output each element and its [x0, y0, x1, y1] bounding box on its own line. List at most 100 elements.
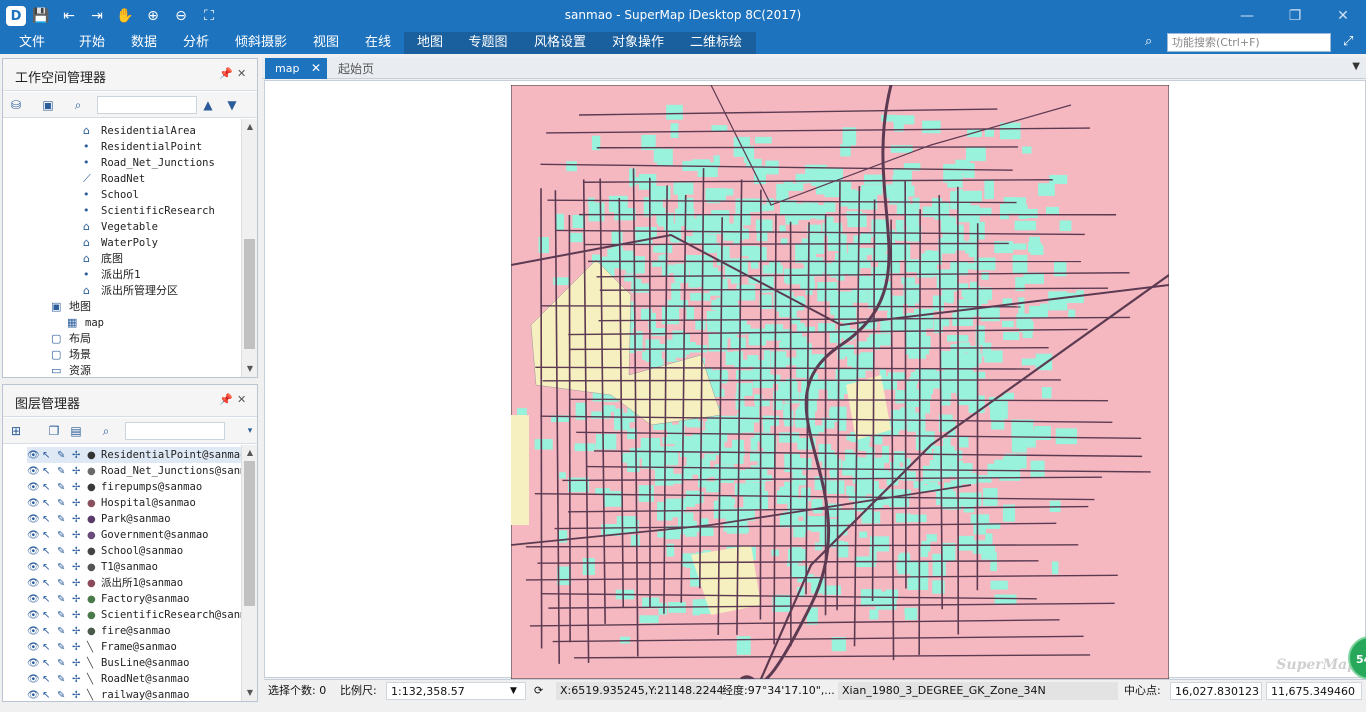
scroll-down-icon[interactable]: ▼ [244, 687, 256, 699]
menu-map[interactable]: 地图 [404, 32, 456, 54]
menu-oblique[interactable]: 倾斜摄影 [226, 32, 296, 54]
visible-icon[interactable]: 👁 [27, 464, 42, 480]
layer-row[interactable]: 👁 ↖ ✎ ✢ ● fire@sanmao [27, 623, 241, 639]
layer-settings-icon[interactable]: ▤ [67, 422, 85, 440]
layer-row[interactable]: 👁 ↖ ✎ ✢ ╲ Frame@sanmao [27, 639, 241, 655]
close-icon[interactable]: ✕ [237, 393, 246, 406]
snappable-icon[interactable]: ✢ [72, 688, 87, 701]
tree-item[interactable]: ⟋ RoadNet [83, 171, 145, 187]
tree-item[interactable]: ▣ 地图 [51, 299, 91, 315]
maximize-button[interactable]: ❐ [1280, 4, 1310, 28]
visible-icon[interactable]: 👁 [27, 512, 42, 528]
layer-row[interactable]: 👁↖✎✢● Road_Net_Junctions@sanmao [27, 463, 241, 479]
scroll-down-icon[interactable]: ▼ [244, 363, 256, 375]
center-x-input[interactable]: 16,027.830123 [1170, 682, 1262, 700]
selectable-icon[interactable]: ↖ [42, 576, 57, 592]
tab-start-page[interactable]: 起始页 [338, 60, 374, 77]
tree-item[interactable]: ⌂ WaterPoly [83, 235, 158, 251]
snappable-icon[interactable]: ✢ [72, 560, 87, 576]
tree-item[interactable]: ▢ 场景 [51, 347, 91, 363]
scroll-up-icon[interactable]: ▲ [244, 447, 256, 459]
close-icon[interactable]: ✕ [237, 67, 246, 80]
menu-analysis[interactable]: 分析 [170, 32, 222, 54]
layer-row[interactable]: 👁↖✎✢● ScientificResearch@sanmao [27, 607, 241, 623]
tree-item[interactable]: • 派出所1 [83, 267, 141, 283]
selectable-icon[interactable]: ↖ [42, 640, 57, 656]
open-workspace-icon[interactable]: ⛁ [7, 96, 25, 114]
layer-scrollbar[interactable]: ▲ ▼ [241, 445, 257, 701]
visible-icon[interactable]: 👁 [27, 480, 42, 496]
layer-row[interactable]: 👁 ↖ ✎ ✢ ● Hospital@sanmao [27, 495, 241, 511]
selectable-icon[interactable]: ↖ [42, 528, 57, 544]
scale-input[interactable]: 1:132,358.57 [386, 682, 526, 700]
snappable-icon[interactable]: ✢ [72, 496, 87, 512]
refresh-icon[interactable]: ⟳ [534, 682, 550, 700]
tab-list-icon[interactable]: ▼ [1352, 61, 1360, 72]
visible-icon[interactable]: 👁 [27, 560, 42, 576]
selectable-icon[interactable]: ↖ [42, 608, 57, 624]
down-icon[interactable]: ▼ [223, 96, 241, 114]
tree-item[interactable]: • School [83, 187, 139, 203]
tree-item[interactable]: ⌂ 派出所管理分区 [83, 283, 178, 299]
snappable-icon[interactable]: ✢ [72, 464, 87, 480]
snappable-icon[interactable]: ✢ [72, 640, 87, 656]
visible-icon[interactable]: 👁 [27, 576, 42, 592]
editable-icon[interactable]: ✎ [57, 480, 72, 496]
selectable-icon[interactable]: ↖ [42, 672, 57, 688]
editable-icon[interactable]: ✎ [57, 464, 72, 480]
tree-item[interactable]: • Road_Net_Junctions [83, 155, 215, 171]
tree-item[interactable]: ⌂ 底图 [83, 251, 123, 267]
editable-icon[interactable]: ✎ [57, 640, 72, 656]
save-workspace-icon[interactable]: ▣ [39, 96, 57, 114]
menu-style[interactable]: 风格设置 [520, 32, 600, 54]
editable-icon[interactable]: ✎ [57, 672, 72, 688]
visible-icon[interactable]: 👁 [27, 640, 42, 656]
tree-item[interactable]: ⌂ Vegetable [83, 219, 158, 235]
snappable-icon[interactable]: ✢ [72, 656, 87, 672]
layer-row[interactable]: 👁 ↖ ✎ ✢ ● Government@sanmao [27, 527, 241, 543]
menu-plot[interactable]: 二维标绘 [676, 32, 756, 54]
snappable-icon[interactable]: ✢ [72, 528, 87, 544]
layer-row[interactable]: 👁 ↖ ✎ ✢ ● 派出所1@sanmao [27, 575, 241, 591]
layer-row[interactable]: 👁 ↖ ✎ ✢ ● Park@sanmao [27, 511, 241, 527]
visible-icon[interactable]: 👁 [27, 448, 42, 464]
pin-icon[interactable]: 📌 [219, 393, 233, 406]
editable-icon[interactable]: ✎ [57, 576, 72, 592]
snappable-icon[interactable]: ✢ [72, 512, 87, 528]
layer-group-icon[interactable]: ❐ [45, 422, 63, 440]
tree-item[interactable]: ▢ 布局 [51, 331, 91, 347]
tree-item[interactable]: ▦ map [67, 315, 104, 331]
layer-search-input[interactable] [125, 422, 225, 440]
visible-icon[interactable]: 👁 [27, 688, 42, 701]
pin-icon[interactable]: 📌 [219, 67, 233, 80]
editable-icon[interactable]: ✎ [57, 496, 72, 512]
visible-icon[interactable]: 👁 [27, 544, 42, 560]
visible-icon[interactable]: 👁 [27, 496, 42, 512]
editable-icon[interactable]: ✎ [57, 512, 72, 528]
snappable-icon[interactable]: ✢ [72, 672, 87, 688]
selectable-icon[interactable]: ↖ [42, 496, 57, 512]
visible-icon[interactable]: 👁 [27, 624, 42, 640]
selectable-icon[interactable]: ↖ [42, 656, 57, 672]
snappable-icon[interactable]: ✢ [72, 608, 87, 624]
tree-item[interactable]: • ScientificResearch [83, 203, 215, 219]
snappable-icon[interactable]: ✢ [72, 576, 87, 592]
menu-start[interactable]: 开始 [66, 32, 118, 54]
layer-row[interactable]: 👁 ↖ ✎ ✢ ╲ BusLine@sanmao [27, 655, 241, 671]
layer-row[interactable]: 👁 ↖ ✎ ✢ ● T1@sanmao [27, 559, 241, 575]
map-canvas[interactable] [511, 85, 1169, 679]
snappable-icon[interactable]: ✢ [72, 480, 87, 496]
selectable-icon[interactable]: ↖ [42, 624, 57, 640]
layer-row[interactable]: 👁 ↖ ✎ ✢ ● ResidentialPoint@sanmao [27, 447, 241, 463]
scale-dropdown-icon[interactable]: ▼ [510, 682, 524, 700]
editable-icon[interactable]: ✎ [57, 560, 72, 576]
layer-row[interactable]: 👁 ↖ ✎ ✢ ● School@sanmao [27, 543, 241, 559]
tree-item[interactable]: ▭ 资源 [51, 363, 91, 377]
function-search-input[interactable]: 功能搜索(Ctrl+F) [1167, 33, 1331, 52]
tree-item[interactable]: • ResidentialPoint [83, 139, 202, 155]
map-window[interactable]: SuperMap [264, 80, 1366, 679]
editable-icon[interactable]: ✎ [57, 448, 72, 464]
expand-ribbon-icon[interactable]: ⤢ [1343, 34, 1353, 49]
layer-row[interactable]: 👁 ↖ ✎ ✢ ● firepumps@sanmao [27, 479, 241, 495]
editable-icon[interactable]: ✎ [57, 544, 72, 560]
